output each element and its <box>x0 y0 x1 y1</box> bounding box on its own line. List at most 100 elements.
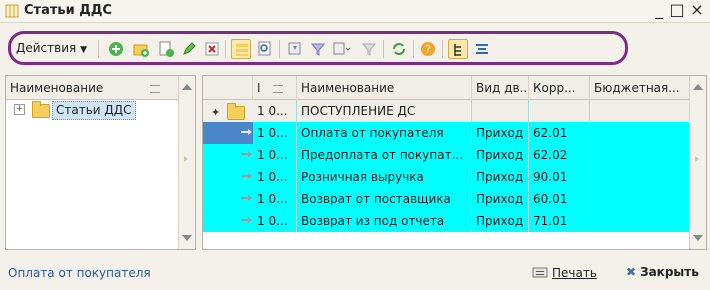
tree-scrollbar[interactable] <box>178 76 195 249</box>
scroll-up-icon[interactable] <box>182 84 192 90</box>
expand-icon[interactable]: + <box>14 104 25 115</box>
toolbar-divider <box>225 40 226 58</box>
cell-budget[interactable] <box>590 100 692 122</box>
table-row[interactable]: 1 0... Предоплата от покупат... Приход 62.0… <box>203 144 692 166</box>
column-header-corr[interactable]: Корр... <box>529 76 590 100</box>
cell-kind[interactable]: Приход <box>472 122 529 144</box>
filter-by-value-button[interactable] <box>308 39 328 59</box>
cell-corr[interactable]: 60.01 <box>529 188 590 210</box>
scroll-down-icon[interactable] <box>693 235 703 241</box>
cell-budget[interactable] <box>590 144 692 166</box>
cell-kind[interactable]: Приход <box>472 144 529 166</box>
scroll-down-icon[interactable] <box>182 235 192 241</box>
cell-kind[interactable] <box>472 100 529 122</box>
close-label: Закрыть <box>640 265 699 279</box>
cell-name[interactable]: Оплата от покупателя <box>297 122 472 144</box>
hierarchy-list-button[interactable] <box>231 39 251 59</box>
toolbar: Действия ▼ ? <box>8 31 628 65</box>
cell-budget[interactable] <box>590 166 692 188</box>
row-selector[interactable] <box>203 144 253 166</box>
cell-corr[interactable]: 71.01 <box>529 210 590 232</box>
group-row[interactable]: ✦ 1 0... ПОСТУПЛЕНИЕ ДС <box>203 100 692 122</box>
tree-item-root[interactable]: + Статьи ДДС <box>6 100 176 120</box>
cell-budget[interactable] <box>590 210 692 232</box>
add-folder-icon <box>133 44 149 57</box>
column-header-name[interactable]: Наименование <box>297 76 472 100</box>
delete-button[interactable] <box>202 39 222 59</box>
maximize-button[interactable]: □ <box>668 1 686 19</box>
tree-panel[interactable]: Наименование + Статьи ДДС <box>5 75 196 250</box>
row-selector[interactable] <box>203 122 253 144</box>
actions-menu-button[interactable]: Действия ▼ <box>16 41 87 55</box>
cell-code[interactable]: 1 0... <box>253 144 297 166</box>
minimize-button[interactable]: _ <box>650 1 668 19</box>
items-grid[interactable]: I Наименование Вид дв... Корр... Бюджетн… <box>202 75 707 250</box>
help-button[interactable]: ? <box>418 39 438 59</box>
cell-name[interactable]: Возврат от поставщика <box>297 188 472 210</box>
column-header-code[interactable]: I <box>253 76 297 100</box>
add-folder-button[interactable] <box>131 39 151 59</box>
copy-icon <box>159 41 174 57</box>
print-button[interactable]: Печать <box>532 265 597 280</box>
row-selector[interactable] <box>203 210 253 232</box>
cell-code[interactable]: 1 0... <box>253 166 297 188</box>
cell-name[interactable]: ПОСТУПЛЕНИЕ ДС <box>297 100 472 122</box>
tree-view-button[interactable] <box>448 39 468 59</box>
row-selector[interactable] <box>203 188 253 210</box>
tree-column-header[interactable]: Наименование <box>6 76 179 100</box>
grid-scrollbar[interactable] <box>689 76 706 249</box>
tree-view-icon <box>454 44 461 56</box>
title-bar[interactable]: Статьи ДДС _ □ × <box>0 0 710 23</box>
refresh-button[interactable] <box>389 39 409 59</box>
close-button[interactable]: ✖ Закрыть <box>626 265 699 279</box>
expand-group-icon[interactable]: ✦ <box>211 102 220 124</box>
cell-corr[interactable]: 62.01 <box>529 122 590 144</box>
toolbar-divider <box>442 40 443 58</box>
print-label: Печать <box>552 266 597 280</box>
cell-kind[interactable]: Приход <box>472 188 529 210</box>
sort-icon <box>150 85 160 93</box>
search-icon <box>258 41 271 56</box>
row-selector[interactable] <box>203 166 253 188</box>
column-header-budget[interactable]: Бюджетная... <box>590 76 692 100</box>
table-row[interactable]: 1 0... Оплата от покупателя Приход 62.01 <box>203 122 692 144</box>
chevron-down-icon: ▼ <box>80 45 87 55</box>
edit-button[interactable] <box>179 39 199 59</box>
copy-button[interactable] <box>156 39 176 59</box>
table-row[interactable]: 1 0... Возврат из под отчета Приход 71.01 <box>203 210 692 232</box>
cell-budget[interactable] <box>590 122 692 144</box>
cell-budget[interactable] <box>590 188 692 210</box>
cell-name[interactable]: Предоплата от покупат... <box>297 144 472 166</box>
cell-code[interactable]: 1 0... <box>253 100 297 122</box>
cell-code[interactable]: 1 0... <box>253 210 297 232</box>
search-button[interactable] <box>255 39 275 59</box>
cell-code[interactable]: 1 0... <box>253 188 297 210</box>
print-icon <box>532 267 548 278</box>
filter-dropdown-button[interactable] <box>331 39 351 59</box>
toolbar-divider <box>383 40 384 58</box>
filter-button[interactable] <box>285 39 305 59</box>
column-header-icon[interactable] <box>203 76 253 100</box>
cell-corr[interactable]: 62.02 <box>529 144 590 166</box>
cell-kind[interactable]: Приход <box>472 210 529 232</box>
scroll-up-icon[interactable] <box>693 84 703 90</box>
table-row[interactable]: 1 0... Розничная выручка Приход 90.01 <box>203 166 692 188</box>
cell-code[interactable]: 1 0... <box>253 122 297 144</box>
row-selector[interactable]: ✦ <box>203 100 253 122</box>
cell-corr[interactable]: 90.01 <box>529 166 590 188</box>
table-row[interactable]: 1 0... Возврат от поставщика Приход 60.01 <box>203 188 692 210</box>
cell-name[interactable]: Розничная выручка <box>297 166 472 188</box>
funnel-icon <box>310 43 326 56</box>
close-window-button[interactable]: × <box>688 1 706 19</box>
clear-filter-button[interactable] <box>359 39 379 59</box>
cell-kind[interactable]: Приход <box>472 166 529 188</box>
list-view-button[interactable] <box>472 39 492 59</box>
item-icon <box>241 173 252 179</box>
edit-icon <box>183 42 196 55</box>
list-view-icon <box>476 44 488 54</box>
clear-filter-icon <box>361 43 377 56</box>
cell-name[interactable]: Возврат из под отчета <box>297 210 472 232</box>
add-button[interactable] <box>106 39 126 59</box>
cell-corr[interactable] <box>529 100 590 122</box>
column-header-kind[interactable]: Вид дв... <box>472 76 529 100</box>
